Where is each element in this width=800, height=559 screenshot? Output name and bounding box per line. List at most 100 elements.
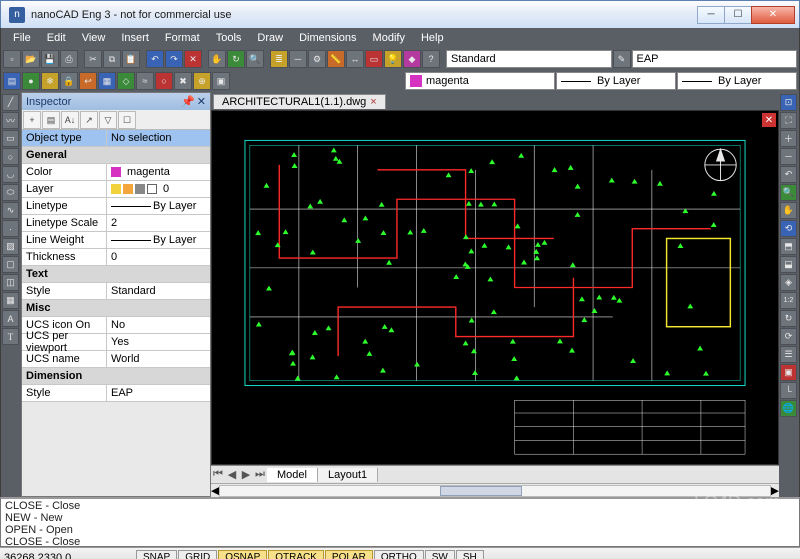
point-tool-icon[interactable]: · <box>2 220 19 237</box>
dist-icon[interactable]: ↔ <box>346 50 364 68</box>
polyline-tool-icon[interactable]: 〰 <box>2 112 19 129</box>
render-icon[interactable]: ◆ <box>403 50 421 68</box>
properties-icon[interactable]: ⚙ <box>308 50 326 68</box>
view-front-icon[interactable]: ⬓ <box>780 256 797 273</box>
layer-freeze-icon[interactable]: ❄ <box>41 72 59 90</box>
new-icon[interactable]: ▫ <box>3 50 21 68</box>
layer-manager-icon[interactable]: ▤ <box>3 72 21 90</box>
prop-group-text[interactable]: Text <box>22 266 210 283</box>
command-line[interactable]: CLOSE - Close NEW - New OPEN - Open CLOS… <box>0 497 800 547</box>
redraw-icon[interactable]: ⟳ <box>780 328 797 345</box>
minimize-button[interactable]: ─ <box>697 6 725 24</box>
menu-modify[interactable]: Modify <box>365 30 413 46</box>
menu-tools[interactable]: Tools <box>208 30 250 46</box>
insp-sel-icon[interactable]: ☐ <box>118 111 136 129</box>
menu-file[interactable]: File <box>5 30 39 46</box>
prop-object-type[interactable]: Object type No selection <box>22 130 210 147</box>
undo-icon[interactable]: ↶ <box>146 50 164 68</box>
prop-row[interactable]: UCS nameWorld <box>22 351 210 368</box>
spline-tool-icon[interactable]: ∿ <box>2 202 19 219</box>
lineweight-field[interactable]: By Layer <box>677 72 797 90</box>
prop-group-dimension[interactable]: Dimension <box>22 368 210 385</box>
world-ucs-icon[interactable]: 🌐 <box>780 400 797 417</box>
zoom-scale-icon[interactable]: 1:2 <box>780 292 797 309</box>
circle-tool-icon[interactable]: ○ <box>2 148 19 165</box>
toggle-osnap[interactable]: OSNAP <box>218 550 267 559</box>
insp-sort-icon[interactable]: A↓ <box>61 111 79 129</box>
close-button[interactable]: ✕ <box>751 6 795 24</box>
prop-row[interactable]: Colormagenta <box>22 164 210 181</box>
layer-del-icon[interactable]: ✖ <box>174 72 192 90</box>
tab-model[interactable]: Model <box>267 468 318 482</box>
dimstyle-field[interactable]: Standard <box>446 50 612 68</box>
inspector-pin-icon[interactable]: 📌 <box>181 95 195 108</box>
tab-prev-icon[interactable]: ◀ <box>225 468 239 481</box>
open-icon[interactable]: 📂 <box>22 50 40 68</box>
menu-format[interactable]: Format <box>157 30 208 46</box>
regen-icon[interactable]: ↻ <box>227 50 245 68</box>
zoom-realtime-icon[interactable]: 🔍 <box>780 184 797 201</box>
toggle-snap[interactable]: SNAP <box>136 550 177 559</box>
measure-icon[interactable]: 📏 <box>327 50 345 68</box>
layer-iso-icon[interactable]: ◇ <box>117 72 135 90</box>
help-icon[interactable]: ? <box>422 50 440 68</box>
layer-lock-icon[interactable]: 🔒 <box>60 72 78 90</box>
linetype-field[interactable]: By Layer <box>556 72 676 90</box>
layers-icon[interactable]: ≣ <box>270 50 288 68</box>
pan-icon[interactable]: ✋ <box>208 50 226 68</box>
prop-group-misc[interactable]: Misc <box>22 300 210 317</box>
prop-row[interactable]: StyleStandard <box>22 283 210 300</box>
layer-state-icon[interactable]: ▣ <box>212 72 230 90</box>
toggle-ortho[interactable]: ORTHO <box>374 550 424 559</box>
toggle-sw[interactable]: SW <box>425 550 455 559</box>
erase-icon[interactable]: ✕ <box>184 50 202 68</box>
tab-last-icon[interactable]: ⏭ <box>253 468 267 481</box>
rect-tool-icon[interactable]: ▭ <box>2 130 19 147</box>
dimstyle-edit-icon[interactable]: ✎ <box>613 50 631 68</box>
menu-view[interactable]: View <box>74 30 114 46</box>
menu-dimensions[interactable]: Dimensions <box>291 30 364 46</box>
prop-group-general[interactable]: General <box>22 147 210 164</box>
zoom-window-icon[interactable]: ⊡ <box>780 94 797 111</box>
hatch-tool-icon[interactable]: ▨ <box>2 238 19 255</box>
cut-icon[interactable]: ✂ <box>84 50 102 68</box>
tab-layout1[interactable]: Layout1 <box>318 468 378 482</box>
view-top-icon[interactable]: ⬒ <box>780 238 797 255</box>
zoom-extents-icon[interactable]: ⛶ <box>780 112 797 129</box>
block-tool-icon[interactable]: ◫ <box>2 274 19 291</box>
arc-tool-icon[interactable]: ◡ <box>2 166 19 183</box>
light-icon[interactable]: 💡 <box>384 50 402 68</box>
maximize-button[interactable]: ☐ <box>724 6 752 24</box>
layer-on-icon[interactable]: ● <box>22 72 40 90</box>
zoom-out-icon[interactable]: － <box>780 148 797 165</box>
prop-row[interactable]: Line Weight By Layer <box>22 232 210 249</box>
document-tab-active[interactable]: ARCHITECTURAL1(1.1).dwg × <box>213 94 386 109</box>
zoom-prev-icon[interactable]: ↶ <box>780 166 797 183</box>
copy-icon[interactable]: ⧉ <box>103 50 121 68</box>
menu-insert[interactable]: Insert <box>113 30 157 46</box>
insp-filter-icon[interactable]: ▽ <box>99 111 117 129</box>
redo-icon[interactable]: ↷ <box>165 50 183 68</box>
ucs-icon[interactable]: └ <box>780 382 797 399</box>
prop-row[interactable]: Thickness0 <box>22 249 210 266</box>
insp-cat-icon[interactable]: ▤ <box>42 111 60 129</box>
toggle-otrack[interactable]: OTRACK <box>268 550 324 559</box>
mtext-tool-icon[interactable]: A <box>2 310 19 327</box>
zoom-in-icon[interactable]: ＋ <box>780 130 797 147</box>
menu-help[interactable]: Help <box>413 30 452 46</box>
toggle-grid[interactable]: GRID <box>178 550 217 559</box>
table-tool-icon[interactable]: ▦ <box>2 292 19 309</box>
prop-row[interactable]: UCS per viewportYes <box>22 334 210 351</box>
toggle-sh[interactable]: SH <box>456 550 484 559</box>
prop-row[interactable]: StyleEAP <box>22 385 210 402</box>
ellipse-tool-icon[interactable]: ⬭ <box>2 184 19 201</box>
layer-merge-icon[interactable]: ⊕ <box>193 72 211 90</box>
layer-walk-icon[interactable]: ▦ <box>98 72 116 90</box>
linetype-icon[interactable]: ─ <box>289 50 307 68</box>
drawing-canvas[interactable]: ✕ <box>211 110 779 465</box>
prop-row[interactable]: Linetype By Layer <box>22 198 210 215</box>
dtext-tool-icon[interactable]: T <box>2 328 19 345</box>
menu-draw[interactable]: Draw <box>249 30 291 46</box>
tab-next-icon[interactable]: ▶ <box>239 468 253 481</box>
menu-edit[interactable]: Edit <box>39 30 74 46</box>
